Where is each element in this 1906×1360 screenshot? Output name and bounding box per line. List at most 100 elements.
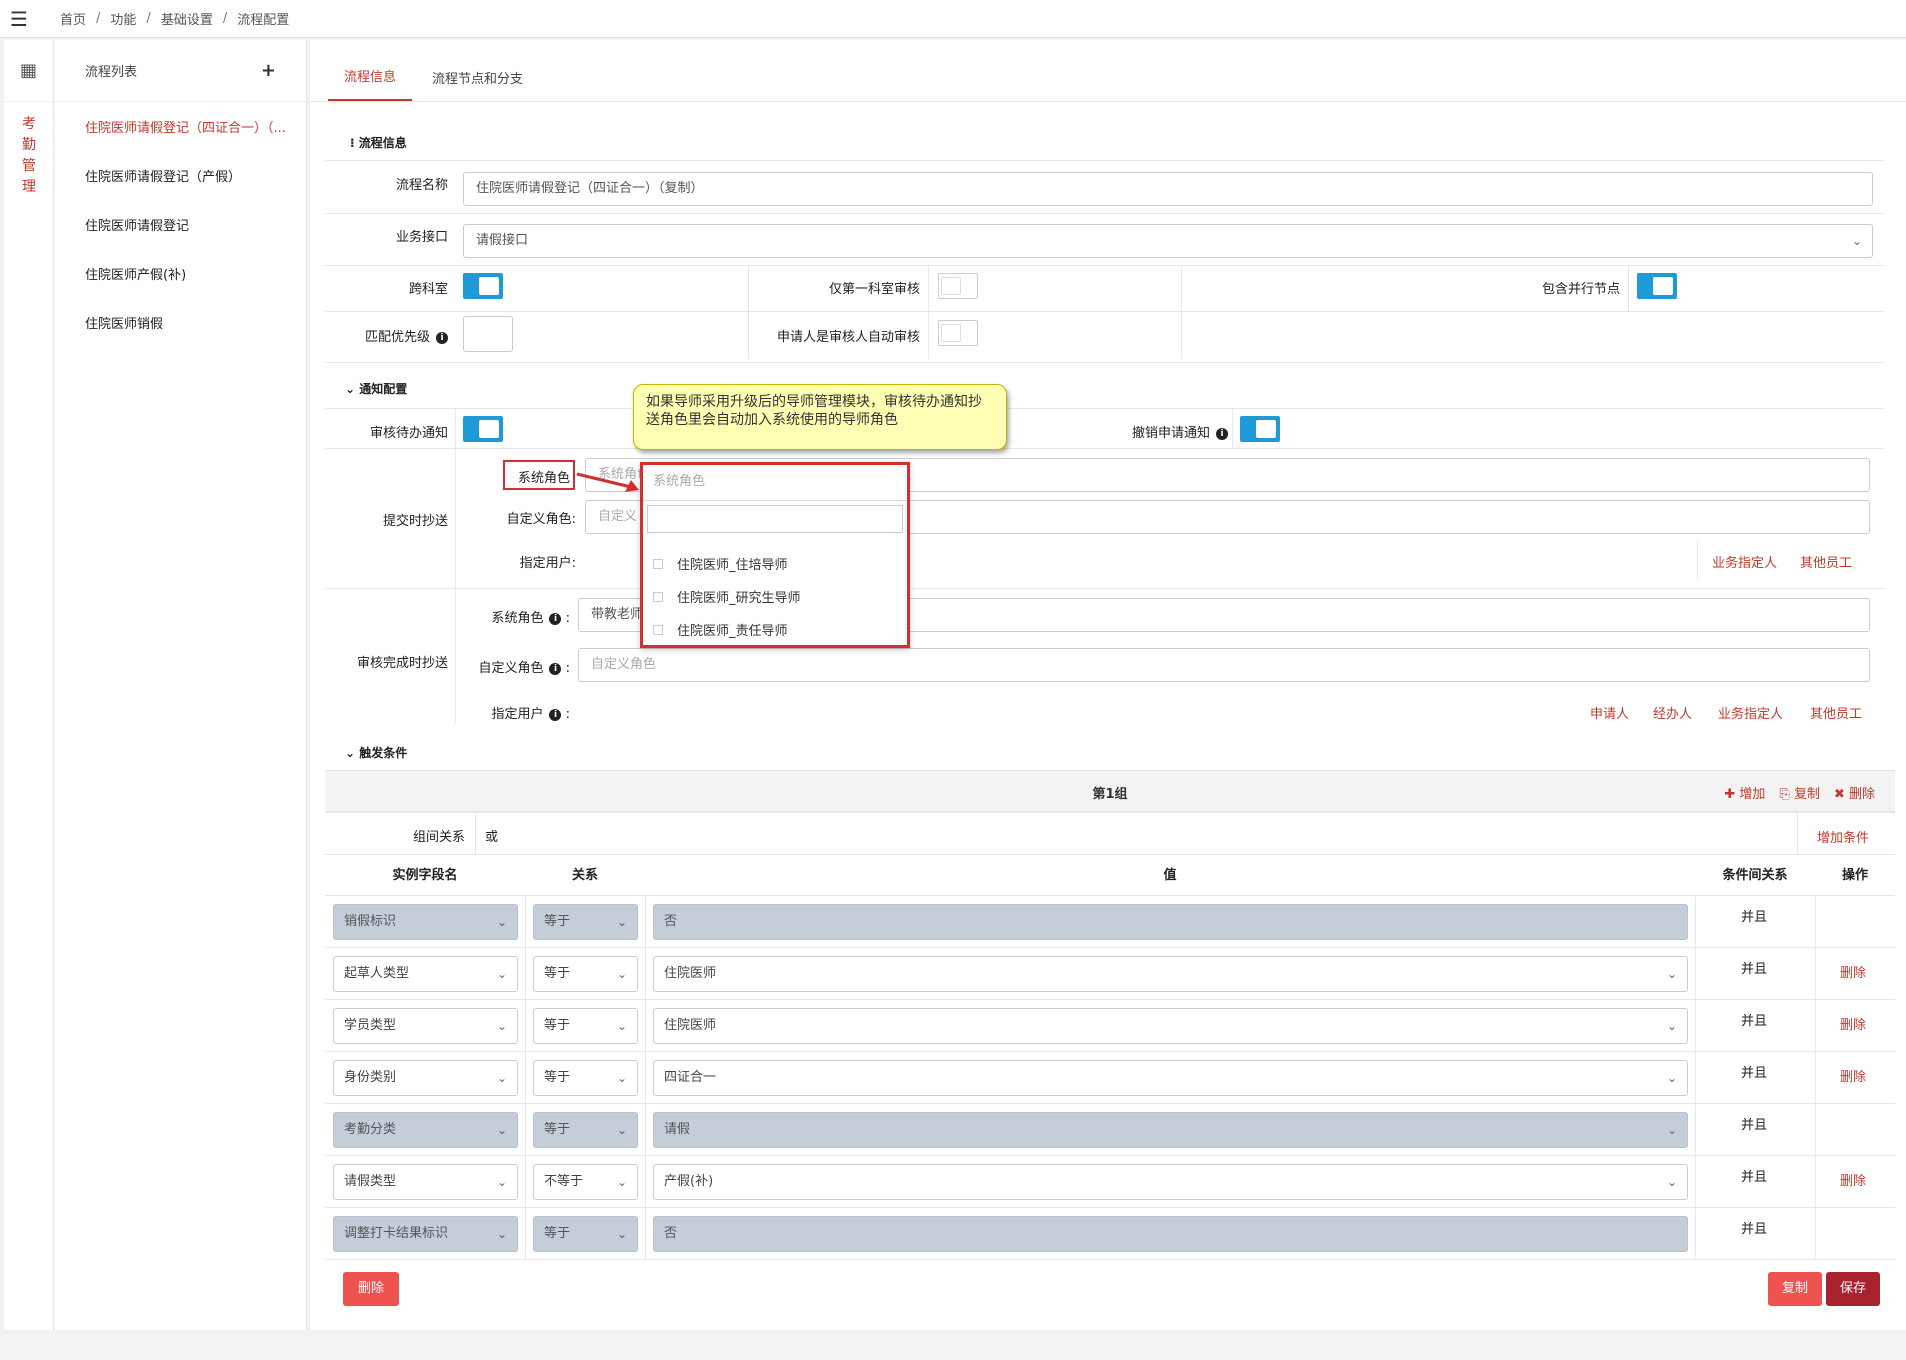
op-select[interactable]: 等于 ⌄ (533, 1216, 638, 1252)
complete-custom-role-select[interactable]: 自定义角色 (578, 648, 1870, 682)
custom-role-label: 自定义角色: (506, 512, 576, 527)
delete-condition-link[interactable]: 删除 (1840, 1170, 1866, 1189)
divider (525, 1000, 526, 1052)
delete-condition-link[interactable]: 删除 (1840, 962, 1866, 981)
process-item[interactable]: 住院医师请假登记（四证合一）（... (55, 102, 306, 151)
pending-notify-toggle[interactable] (463, 416, 503, 442)
value-select[interactable]: 四证合一 ⌄ (653, 1060, 1688, 1096)
applicant-link[interactable]: 申请人 (1590, 703, 1629, 722)
divider (1815, 1000, 1816, 1052)
add-process-icon[interactable]: + (261, 60, 276, 81)
parallel-toggle[interactable] (1637, 273, 1677, 299)
cancel-notify-label: 撤销申请通知 i (1090, 422, 1228, 441)
info-icon[interactable]: i (436, 331, 448, 344)
op-select[interactable]: 等于 ⌄ (533, 904, 638, 940)
priority-input[interactable] (463, 316, 513, 352)
info-icon[interactable]: i (1216, 427, 1228, 440)
tab-process-info[interactable]: 流程信息 (328, 66, 413, 101)
business-assignee-link[interactable]: 业务指定人 (1718, 703, 1783, 722)
breadcrumb-function[interactable]: 功能 (110, 9, 136, 28)
divider (1815, 1104, 1816, 1156)
col-op: 关系 (571, 868, 598, 883)
dropdown-header[interactable]: 系统角色 (643, 465, 907, 501)
value-select[interactable]: 否 (653, 1216, 1688, 1252)
divider (1695, 948, 1696, 1000)
handler-link[interactable]: 经办人 (1653, 703, 1692, 722)
process-item[interactable]: 住院医师产假(补) (55, 249, 306, 298)
checkbox[interactable] (653, 558, 663, 569)
table-row: 起草人类型 ⌄ 等于 ⌄ 住院医师 ⌄ 并且 删除 (325, 948, 1895, 1000)
value-select[interactable]: 请假 ⌄ (653, 1112, 1688, 1148)
chevron-down-icon: ⌄ (1851, 234, 1862, 248)
first-dept-only-label: 仅第一科室审核 (828, 282, 920, 297)
delete-condition-link[interactable]: 删除 (1840, 1066, 1866, 1085)
field-select[interactable]: 学员类型 ⌄ (333, 1008, 518, 1044)
group-relation-value: 或 (485, 830, 499, 845)
divider (645, 1104, 646, 1156)
chevron-down-icon: ⌄ (496, 1019, 507, 1033)
module-label[interactable]: 考勤管理 (20, 114, 38, 198)
table-row: 调整打卡结果标识 ⌄ 等于 ⌄ 否 并且 (325, 1208, 1895, 1260)
divider (645, 1208, 646, 1260)
op-select[interactable]: 等于 ⌄ (533, 956, 638, 992)
value-select[interactable]: 产假(补) ⌄ (653, 1164, 1688, 1200)
api-select[interactable]: 请假接口 ⌄ (463, 224, 1873, 258)
dropdown-option[interactable]: 住院医师_责任导师 (643, 613, 907, 646)
other-staff-link[interactable]: 其他员工 (1810, 703, 1862, 722)
divider (525, 1052, 526, 1104)
dropdown-option[interactable]: 住院医师_研究生导师 (643, 580, 907, 613)
menu-icon[interactable]: ☰ (0, 0, 38, 38)
value-select[interactable]: 否 (653, 904, 1688, 940)
business-assignee-link[interactable]: 业务指定人 (1712, 552, 1777, 571)
chevron-down-icon: ⌄ (496, 1227, 507, 1241)
first-dept-only-toggle[interactable] (938, 273, 978, 299)
dropdown-search-input[interactable] (647, 505, 903, 533)
op-select[interactable]: 等于 ⌄ (533, 1112, 638, 1148)
group-relation-label: 组间关系 (412, 830, 465, 845)
calendar-icon[interactable]: ▦ (4, 40, 53, 102)
process-name-input[interactable]: 住院医师请假登记（四证合一）（复制） (463, 172, 1873, 206)
cancel-notify-toggle[interactable] (1240, 416, 1280, 442)
breadcrumb-home[interactable]: 首页 (60, 9, 86, 28)
dropdown-option[interactable]: 住院医师_住培导师 (643, 547, 907, 580)
divider (525, 1208, 526, 1260)
copy-button[interactable]: 复制 (1768, 1272, 1822, 1306)
op-select[interactable]: 等于 ⌄ (533, 1060, 638, 1096)
op-select[interactable]: 不等于 ⌄ (533, 1164, 638, 1200)
process-item[interactable]: 住院医师请假登记 (55, 200, 306, 249)
divider (1695, 1052, 1696, 1104)
info-icon[interactable]: i (549, 612, 562, 625)
add-condition-link[interactable]: 增加条件 (1817, 827, 1869, 846)
save-button[interactable]: 保存 (1826, 1272, 1880, 1306)
op-select[interactable]: 等于 ⌄ (533, 1008, 638, 1044)
other-staff-link[interactable]: 其他员工 (1800, 552, 1852, 571)
process-item[interactable]: 住院医师销假 (55, 298, 306, 347)
conditions-table: 实例字段名 关系 值 条件间关系 操作 销假标识 ⌄ 等于 ⌄ 否并且 起草人类型 ⌄ 等于 ⌄… (325, 854, 1895, 1264)
field-select[interactable]: 考勤分类 ⌄ (333, 1112, 518, 1148)
section-trigger[interactable]: ⌄ 触发条件 (345, 744, 407, 761)
field-select[interactable]: 起草人类型 ⌄ (333, 956, 518, 992)
copy-group-button[interactable]: ⎘ 复制 (1779, 783, 1820, 802)
breadcrumb-settings[interactable]: 基础设置 (161, 9, 213, 28)
submit-cc-label: 提交时抄送 (382, 514, 448, 529)
tab-process-nodes[interactable]: 流程节点和分支 (416, 68, 539, 101)
checkbox[interactable] (653, 591, 663, 602)
auto-audit-toggle[interactable] (938, 320, 978, 346)
delete-condition-link[interactable]: 删除 (1840, 1014, 1866, 1033)
add-group-button[interactable]: ✚ 增加 (1724, 783, 1765, 802)
section-process-info: ⁝ 流程信息 (350, 136, 407, 150)
checkbox[interactable] (653, 624, 663, 635)
section-notify[interactable]: ⌄ 通知配置 (345, 380, 407, 397)
delete-group-button[interactable]: ✖ 删除 (1834, 783, 1875, 802)
field-select[interactable]: 请假类型 ⌄ (333, 1164, 518, 1200)
value-select[interactable]: 住院医师 ⌄ (653, 1008, 1688, 1044)
cross-dept-toggle[interactable] (463, 273, 503, 299)
process-item[interactable]: 住院医师请假登记（产假） (55, 151, 306, 200)
value-select[interactable]: 住院医师 ⌄ (653, 956, 1688, 992)
info-icon[interactable]: i (549, 662, 562, 675)
info-icon[interactable]: i (549, 708, 562, 721)
field-select[interactable]: 销假标识 ⌄ (333, 904, 518, 940)
delete-button[interactable]: 删除 (343, 1272, 399, 1306)
field-select[interactable]: 身份类别 ⌄ (333, 1060, 518, 1096)
field-select[interactable]: 调整打卡结果标识 ⌄ (333, 1216, 518, 1252)
